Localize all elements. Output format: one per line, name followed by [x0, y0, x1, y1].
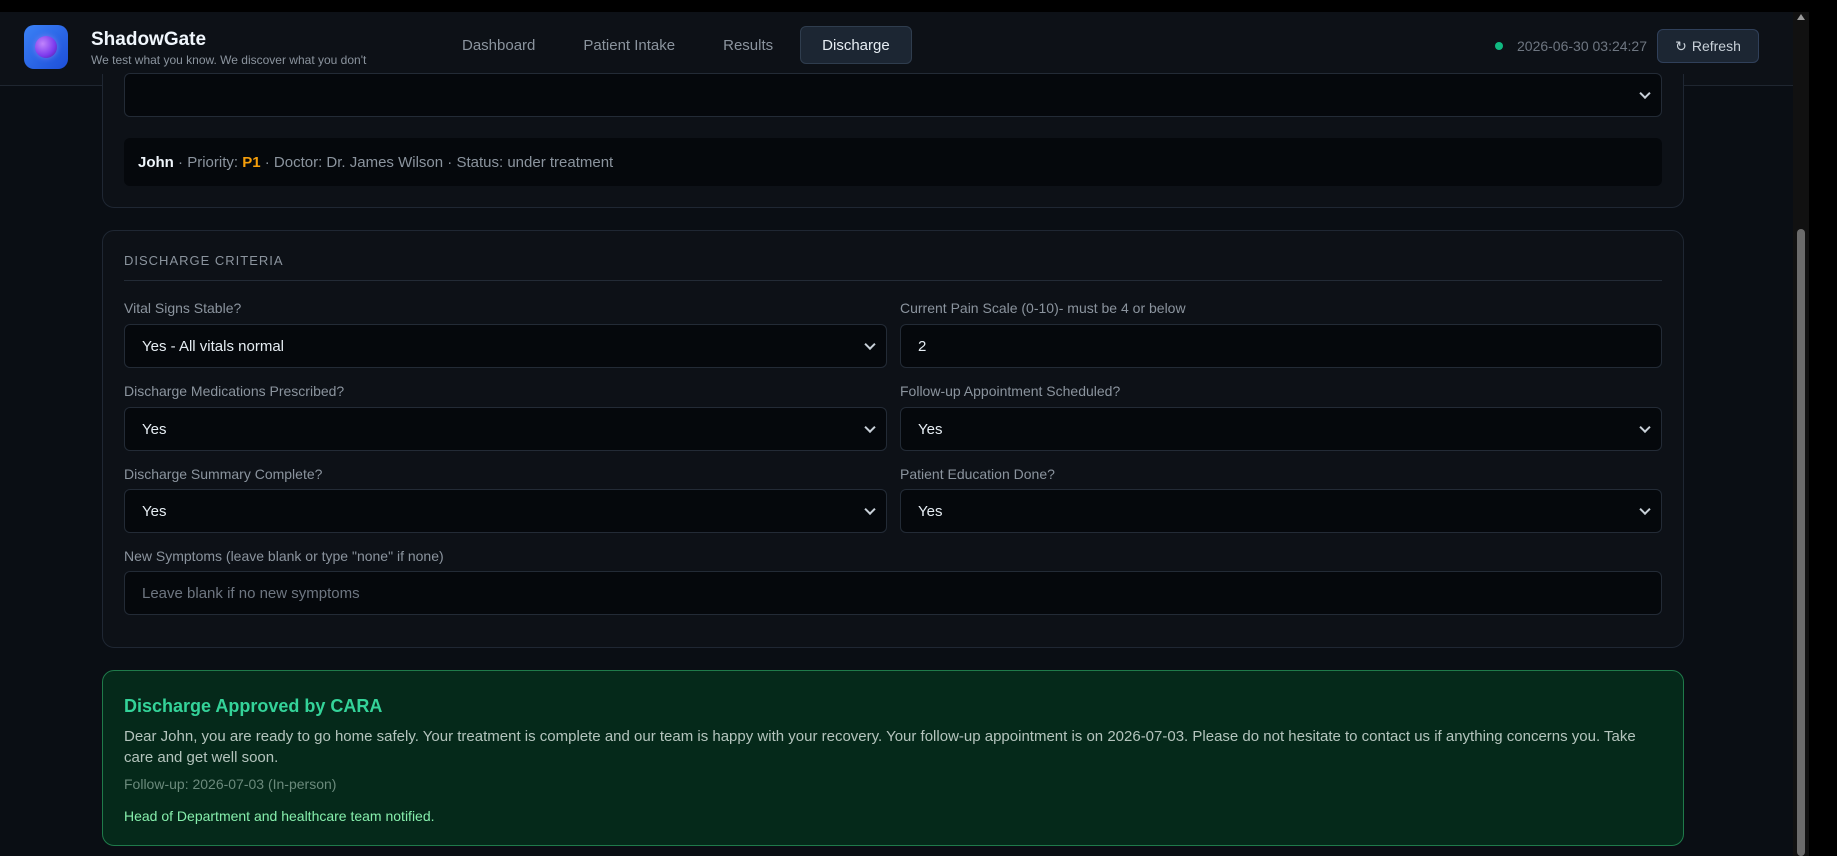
- priority-label: Priority:: [187, 153, 239, 171]
- education-select[interactable]: Yes: [900, 489, 1662, 533]
- patient-select[interactable]: [124, 73, 1662, 117]
- summary-select[interactable]: Yes: [124, 489, 887, 533]
- discharge-approved-card: Discharge Approved by CARA Dear John, yo…: [102, 670, 1684, 846]
- vitals-label: Vital Signs Stable?: [124, 300, 242, 316]
- meds-select[interactable]: Yes: [124, 407, 887, 451]
- approval-title: Discharge Approved by CARA: [124, 696, 383, 716]
- chevron-down-icon: [864, 421, 876, 434]
- scroll-thumb[interactable]: [1797, 229, 1805, 856]
- tab-discharge[interactable]: Discharge: [800, 26, 912, 64]
- patient-summary: John · Priority: P1 · Doctor: Dr. James …: [124, 138, 1662, 186]
- chevron-down-icon: [1639, 503, 1651, 516]
- patient-select-card: John · Priority: P1 · Doctor: Dr. James …: [102, 73, 1684, 208]
- orb-icon: [35, 36, 57, 58]
- section-title: DISCHARGE CRITERIA: [124, 253, 284, 268]
- followup-value: Yes: [918, 420, 943, 438]
- doctor-text: Doctor: Dr. James Wilson: [273, 153, 444, 171]
- followup-label: Follow-up Appointment Scheduled?: [900, 383, 1121, 399]
- chevron-down-icon: [1639, 421, 1651, 434]
- divider: [124, 280, 1662, 281]
- app-tagline: We test what you know. We discover what …: [91, 53, 367, 67]
- app-name: ShadowGate: [91, 29, 207, 50]
- symptoms-label: New Symptoms (leave blank or type "none"…: [124, 548, 444, 564]
- meds-label: Discharge Medications Prescribed?: [124, 383, 345, 399]
- vitals-value: Yes - All vitals normal: [142, 337, 285, 355]
- scroll-up-icon[interactable]: [1797, 14, 1805, 20]
- refresh-label: Refresh: [1691, 38, 1741, 54]
- priority-badge: P1: [242, 153, 261, 171]
- followup-info: Follow-up: 2026-07-03 (In-person): [124, 776, 337, 792]
- meds-value: Yes: [142, 420, 167, 438]
- patient-name: John: [138, 153, 174, 171]
- pain-label: Current Pain Scale (0-10)- must be 4 or …: [900, 300, 1186, 316]
- followup-select[interactable]: Yes: [900, 407, 1662, 451]
- timestamp: 2026-06-30 03:24:27: [1517, 38, 1647, 54]
- app-logo: [24, 25, 68, 69]
- window-top-strip: [0, 0, 1837, 12]
- notification-info: Head of Department and healthcare team n…: [124, 808, 435, 824]
- education-label: Patient Education Done?: [900, 466, 1055, 482]
- education-value: Yes: [918, 502, 943, 520]
- discharge-criteria-card: DISCHARGE CRITERIA Vital Signs Stable? Y…: [102, 230, 1684, 648]
- vitals-select[interactable]: Yes - All vitals normal: [124, 324, 887, 368]
- refresh-button[interactable]: ↻ Refresh: [1657, 29, 1759, 63]
- refresh-icon: ↻: [1675, 37, 1687, 54]
- summary-label: Discharge Summary Complete?: [124, 466, 323, 482]
- approval-message: Dear John, you are ready to go home safe…: [124, 728, 1636, 766]
- chevron-down-icon: [864, 338, 876, 351]
- tab-dashboard[interactable]: Dashboard: [441, 26, 556, 64]
- tab-patient-intake[interactable]: Patient Intake: [562, 26, 696, 64]
- pain-input[interactable]: 2: [900, 324, 1662, 368]
- status-text: Status: under treatment: [456, 153, 614, 171]
- tab-results[interactable]: Results: [702, 26, 794, 64]
- summary-value: Yes: [142, 502, 167, 520]
- chevron-down-icon: [1639, 87, 1651, 100]
- symptoms-input[interactable]: Leave blank if no new symptoms: [124, 571, 1662, 615]
- online-status-icon: [1495, 42, 1503, 50]
- chevron-down-icon: [864, 503, 876, 516]
- main-nav: Dashboard Patient Intake Results Dischar…: [441, 26, 918, 64]
- window-gutter: [1809, 12, 1837, 856]
- page-scrollbar[interactable]: [1793, 12, 1809, 856]
